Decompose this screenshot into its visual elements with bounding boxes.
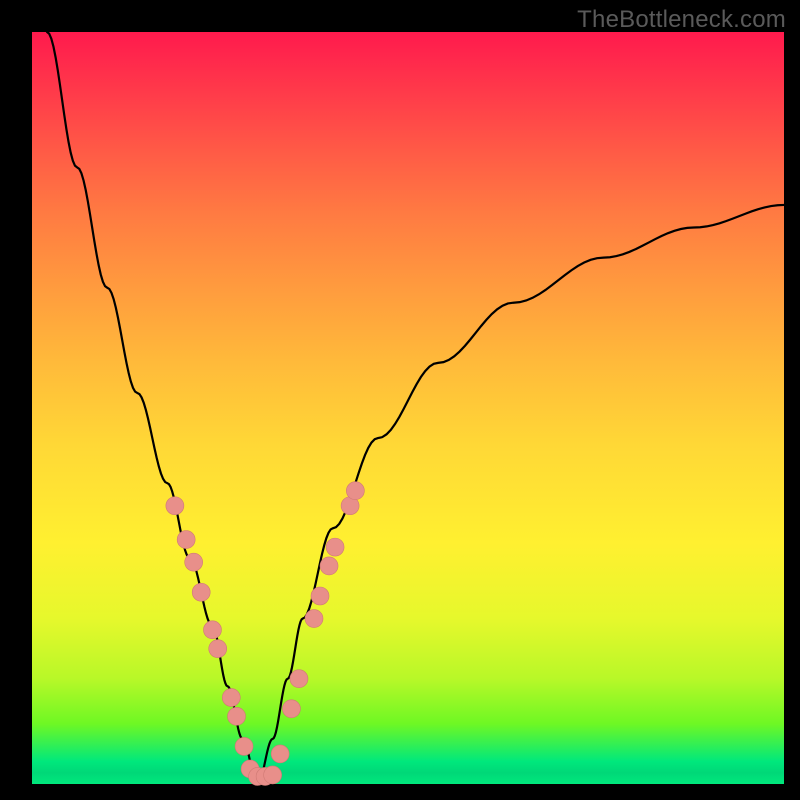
curve-marker — [320, 557, 338, 575]
curve-svg — [32, 32, 784, 784]
curve-marker — [228, 707, 246, 725]
curve-marker — [203, 621, 221, 639]
plot-area — [32, 32, 784, 784]
chart-frame: TheBottleneck.com — [0, 0, 800, 800]
curve-marker — [209, 640, 227, 658]
curve-marker — [305, 610, 323, 628]
curve-marker — [264, 766, 282, 784]
curve-marker — [192, 583, 210, 601]
curve-marker — [166, 497, 184, 515]
curve-marker — [311, 587, 329, 605]
curve-marker — [326, 538, 344, 556]
curve-marker — [271, 745, 289, 763]
curve-marker — [235, 737, 253, 755]
bottleneck-curve — [47, 32, 784, 784]
curve-marker — [346, 482, 364, 500]
curve-marker — [185, 553, 203, 571]
curve-marker — [290, 670, 308, 688]
watermark-text: TheBottleneck.com — [577, 6, 786, 34]
curve-marker — [177, 531, 195, 549]
curve-marker — [282, 700, 300, 718]
curve-marker — [222, 689, 240, 707]
